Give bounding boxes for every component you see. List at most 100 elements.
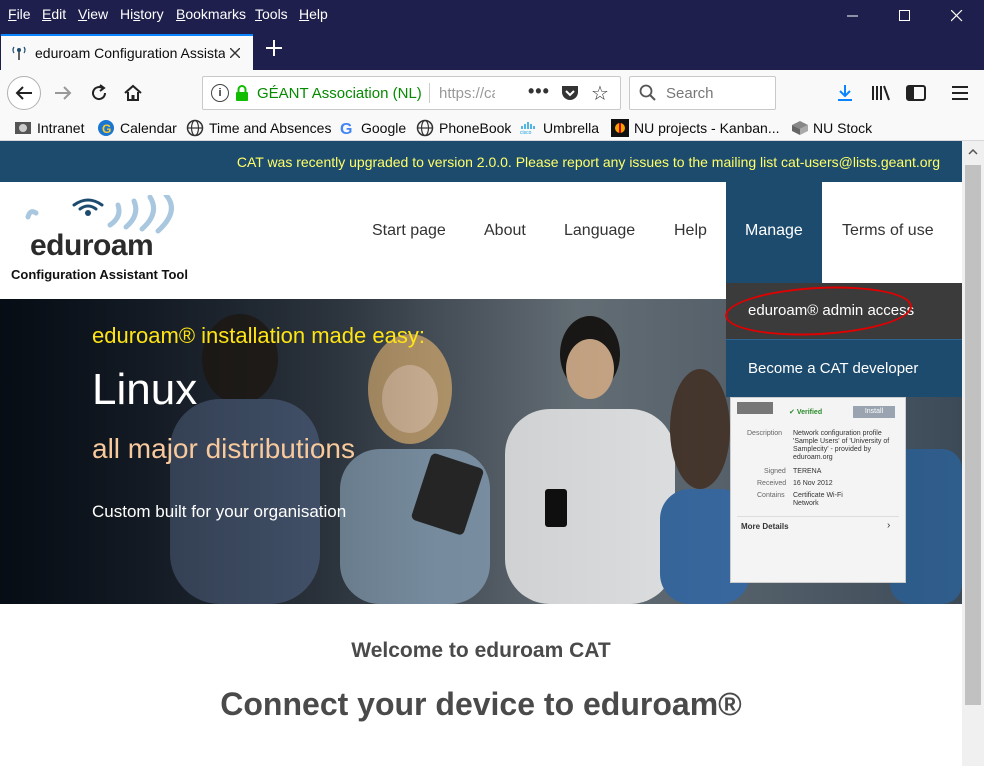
- reload-icon: [92, 84, 107, 101]
- pocket-icon[interactable]: [560, 84, 580, 106]
- scroll-up-icon[interactable]: [962, 141, 984, 163]
- forward-button[interactable]: [48, 78, 78, 108]
- url-text[interactable]: https://cat.eduroam.org: [439, 85, 495, 102]
- bookmark-time-and-absences[interactable]: Time and Absences: [186, 119, 331, 137]
- forward-arrow-icon: [55, 86, 72, 100]
- more-details-label: More Details: [741, 522, 789, 531]
- nav-about[interactable]: About: [484, 222, 526, 240]
- calendar-icon: G: [97, 119, 115, 137]
- search-icon: [639, 84, 657, 106]
- search-placeholder: Search: [666, 85, 714, 102]
- lock-icon[interactable]: [235, 85, 249, 105]
- site-identity-label[interactable]: GÉANT Association (NL): [257, 85, 422, 102]
- close-icon: [951, 10, 963, 22]
- signed-value: TERENA: [793, 468, 822, 475]
- menu-history[interactable]: History: [120, 6, 164, 22]
- globe-icon: [186, 119, 204, 137]
- nav-help[interactable]: Help: [674, 222, 707, 240]
- svg-text:G: G: [102, 122, 111, 136]
- hero-distributions: all major distributions: [92, 433, 355, 464]
- upgrade-notice: CAT was recently upgraded to version 2.0…: [0, 141, 962, 182]
- nav-language[interactable]: Language: [564, 222, 635, 240]
- nav-manage[interactable]: Manage: [726, 182, 822, 283]
- eduroam-logo-text: eduroam: [30, 229, 154, 262]
- nav-terms-of-use[interactable]: Terms of use: [842, 222, 934, 240]
- signed-label: Signed: [764, 468, 786, 475]
- bookmark-phonebook[interactable]: PhoneBook: [416, 119, 511, 137]
- page-actions-icon[interactable]: •••: [528, 81, 550, 102]
- received-label: Received: [757, 480, 787, 487]
- menu-tools[interactable]: Tools: [255, 6, 288, 22]
- cisco-icon: cisco: [520, 119, 538, 137]
- verified-label: ✔ Verified: [789, 409, 823, 416]
- page-scrollbar[interactable]: [962, 141, 984, 766]
- tab-strip: eduroam Configuration Assistant: [0, 32, 984, 70]
- downloads-button[interactable]: [830, 78, 860, 108]
- bookmark-nu-stock[interactable]: NU Stock: [790, 119, 872, 137]
- close-window-button[interactable]: [934, 0, 980, 32]
- menu-edit[interactable]: Edit: [42, 6, 66, 22]
- back-arrow-icon: [15, 86, 32, 100]
- kanban-icon: [611, 119, 629, 137]
- sidebar-button[interactable]: [901, 78, 931, 108]
- nav-manage-label: Manage: [745, 222, 803, 239]
- page-content: CAT was recently upgraded to version 2.0…: [0, 141, 962, 766]
- bookmark-star-icon[interactable]: ☆: [591, 81, 609, 106]
- menu-bookmarks[interactable]: Bookmarks: [176, 6, 246, 22]
- intranet-icon: [14, 119, 32, 137]
- profile-icon: [737, 402, 773, 414]
- nav-toolbar: i GÉANT Association (NL) https://cat.edu…: [0, 70, 984, 116]
- menu-file[interactable]: File: [8, 6, 31, 22]
- library-button[interactable]: [866, 78, 896, 108]
- scrollbar-thumb[interactable]: [965, 165, 981, 705]
- minimize-button[interactable]: [830, 0, 876, 32]
- manage-menu-become-developer[interactable]: Become a CAT developer: [726, 339, 962, 397]
- bookmark-nu-projects[interactable]: NU projects - Kanban...: [611, 119, 780, 137]
- bookmark-calendar[interactable]: G Calendar: [97, 119, 177, 137]
- menu-bar: File Edit View History Bookmarks Tools H…: [0, 0, 984, 32]
- upgrade-notice-text: CAT was recently upgraded to version 2.0…: [236, 153, 940, 170]
- install-button: Install: [853, 406, 895, 418]
- svg-text:G: G: [340, 121, 352, 136]
- maximize-button[interactable]: [882, 0, 928, 32]
- url-separator: [429, 83, 430, 103]
- home-button[interactable]: [118, 78, 148, 108]
- menu-help[interactable]: Help: [299, 6, 328, 22]
- hero-tagline: eduroam® installation made easy:: [92, 323, 425, 348]
- tab-eduroam[interactable]: eduroam Configuration Assistant: [1, 34, 253, 70]
- home-icon: [124, 84, 142, 101]
- hamburger-menu-button[interactable]: [945, 78, 975, 108]
- menu-view[interactable]: View: [78, 6, 108, 22]
- connect-heading: Connect your device to eduroam®: [220, 686, 742, 722]
- logo-subtitle: Configuration Assistant Tool: [11, 267, 188, 282]
- tab-close-icon[interactable]: [225, 43, 245, 63]
- minimize-icon: [847, 15, 858, 17]
- antenna-icon: [11, 45, 27, 61]
- url-bar[interactable]: i GÉANT Association (NL) https://cat.edu…: [202, 76, 621, 110]
- back-button[interactable]: [7, 76, 41, 110]
- bookmark-google[interactable]: G Google: [338, 119, 406, 137]
- download-icon: [838, 85, 852, 101]
- new-tab-button[interactable]: [260, 34, 288, 62]
- chevron-right-icon: ›: [887, 520, 891, 531]
- description-label: Description: [747, 430, 783, 437]
- tab-title: eduroam Configuration Assistant: [35, 45, 225, 61]
- box-icon: [790, 119, 808, 137]
- description-value: Network configuration profile 'Sample Us…: [793, 430, 890, 461]
- svg-text:cisco: cisco: [520, 130, 532, 135]
- plus-icon: [266, 40, 282, 56]
- bookmark-intranet[interactable]: Intranet: [14, 119, 84, 137]
- hero-os: Linux: [92, 365, 198, 414]
- bookmark-umbrella[interactable]: cisco Umbrella: [520, 119, 599, 137]
- reload-button[interactable]: [84, 78, 114, 108]
- manage-menu-admin-access[interactable]: eduroam® admin access: [726, 283, 962, 339]
- library-icon: [872, 85, 890, 101]
- hamburger-icon: [952, 86, 968, 100]
- contains-label: Contains: [757, 492, 785, 499]
- sidebar-icon: [906, 85, 926, 101]
- nav-start-page[interactable]: Start page: [372, 222, 446, 240]
- search-input[interactable]: Search: [629, 76, 776, 110]
- site-info-icon[interactable]: i: [211, 84, 229, 102]
- bookmarks-toolbar: Intranet G Calendar Time and Absences G …: [0, 116, 984, 141]
- google-icon: G: [338, 119, 356, 137]
